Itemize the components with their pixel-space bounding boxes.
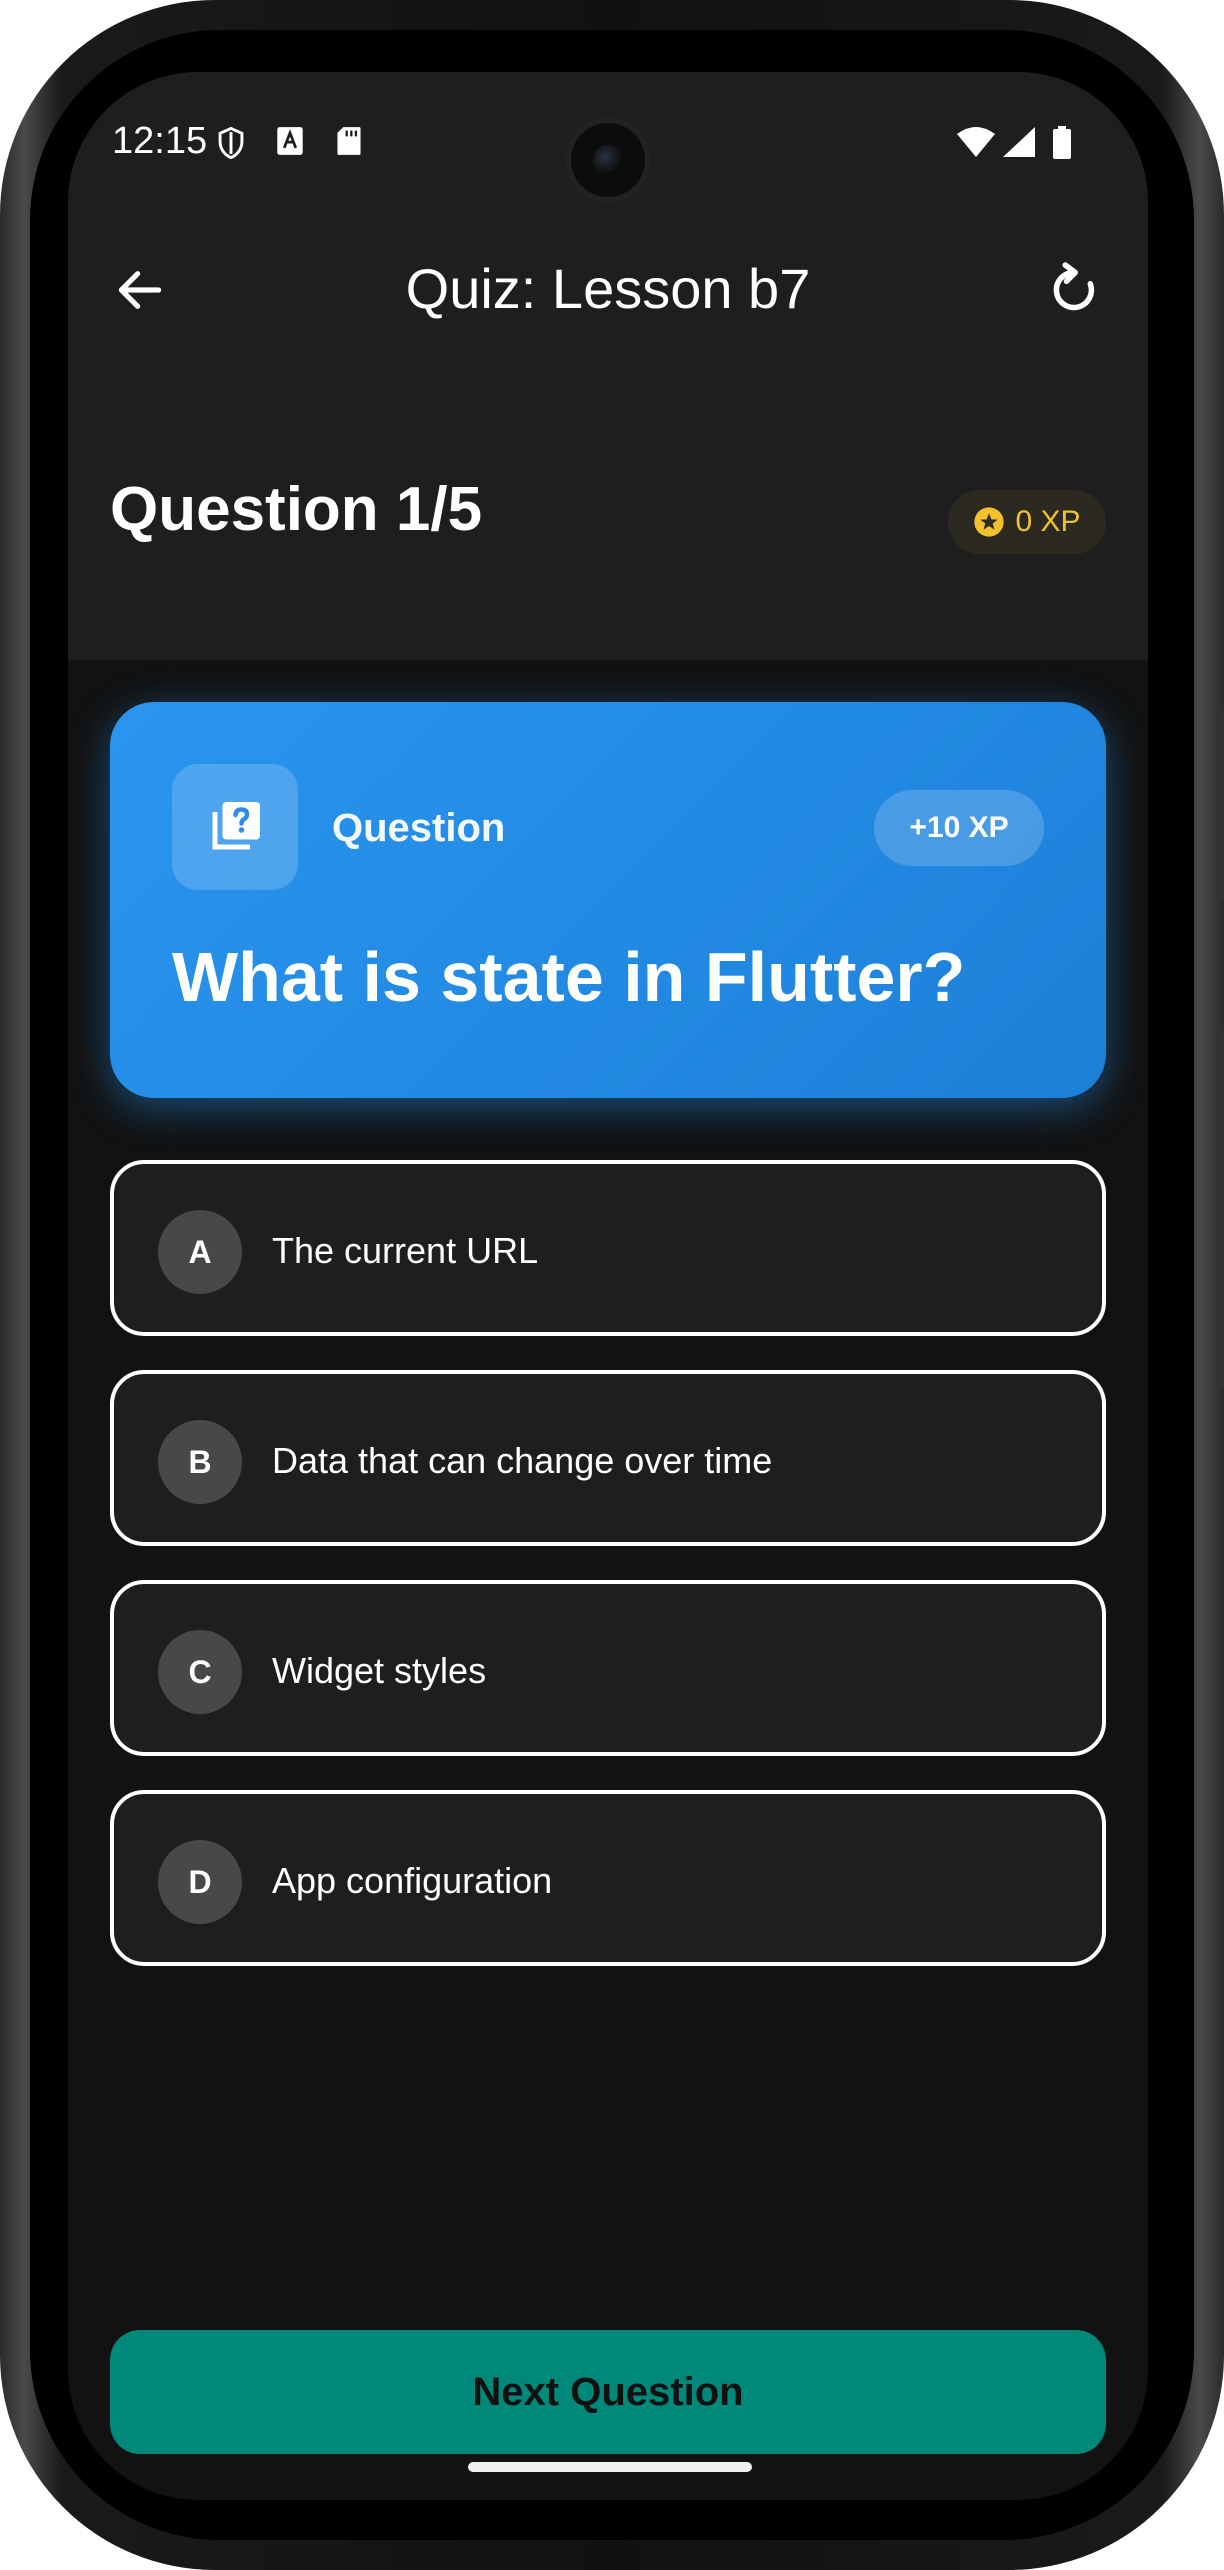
status-bar: 12:15	[68, 72, 1148, 212]
power-button	[1220, 1030, 1224, 1390]
answer-option-a[interactable]: A The current URL	[110, 1160, 1106, 1336]
signal-icon	[1003, 127, 1035, 157]
quiz-header: Question 1/5 0 XP	[68, 362, 1148, 835]
next-question-button[interactable]: Next Question	[110, 2330, 1106, 2454]
answer-option-b[interactable]: B Data that can change over time	[110, 1370, 1106, 1546]
refresh-icon[interactable]	[1044, 260, 1104, 320]
sd-card-icon	[337, 127, 361, 155]
answer-option-d[interactable]: D App configuration	[110, 1790, 1106, 1966]
phone-frame: 12:15 Quiz: Lesson b7 Question 1/5 0 XP …	[0, 0, 1224, 2570]
question-card: Question +10 XP What is state in Flutter…	[110, 702, 1106, 1098]
front-camera	[565, 117, 651, 203]
text-a-icon	[277, 127, 303, 155]
shield-icon	[218, 126, 244, 160]
option-text: Widget styles	[272, 1650, 487, 1691]
app-screen: 12:15 Quiz: Lesson b7 Question 1/5 0 XP …	[68, 72, 1148, 2500]
option-text: The current URL	[272, 1230, 539, 1271]
option-letter: D	[158, 1840, 242, 1924]
question-label: Question	[332, 806, 506, 850]
wifi-icon	[957, 127, 995, 157]
app-bar: Quiz: Lesson b7	[68, 212, 1148, 362]
app-title: Quiz: Lesson b7	[405, 257, 811, 320]
battery-icon	[1053, 126, 1071, 159]
question-counter: Question 1/5	[110, 475, 483, 544]
quiz-icon	[212, 802, 260, 850]
option-letter: B	[158, 1420, 242, 1504]
option-letter: A	[158, 1210, 242, 1294]
option-text: App configuration	[272, 1860, 553, 1901]
status-time: 12:15	[112, 120, 208, 162]
question-icon-box	[172, 764, 298, 890]
option-letter: C	[158, 1630, 242, 1714]
home-indicator[interactable]	[468, 2462, 752, 2472]
xp-badge: 0 XP	[948, 490, 1106, 554]
question-text: What is state in Flutter?	[172, 938, 966, 1016]
option-text: Data that can change over time	[272, 1440, 773, 1481]
question-xp-reward: +10 XP	[874, 790, 1044, 866]
xp-total: 0 XP	[1015, 505, 1081, 538]
star-icon	[974, 507, 1005, 537]
volume-button	[1220, 710, 1224, 900]
answer-option-c[interactable]: C Widget styles	[110, 1580, 1106, 1756]
